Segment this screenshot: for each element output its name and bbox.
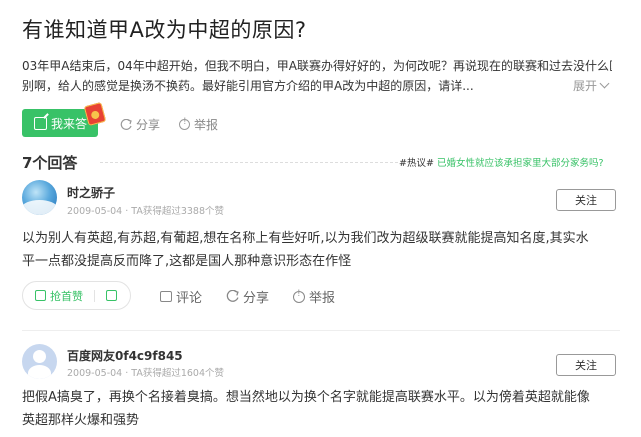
follow-button[interactable]: 关注 [556,189,616,211]
vote-box: 抢首赞 [22,281,131,310]
alert-icon [293,289,305,303]
upvote-label: 抢首赞 [50,289,83,303]
expand-label: 展开 [573,79,598,93]
hot-topic-link[interactable]: #热议# 已婚女性就应该承担家里大部分家务吗? [399,155,604,169]
answer-count: 7个回答 [22,154,78,172]
question-title: 有谁知道甲A改为中超的原因? [22,18,307,42]
alert-icon [179,117,190,130]
question-description: 03年甲A结束后，04年中超开始，但我不明白，甲A联赛办得好好的，为何改呢？再说… [22,56,612,96]
expand-button[interactable]: 展开 [573,77,610,94]
thumb-up-icon [35,290,46,301]
answer-text-line: 以为别人有英超,有苏超,有葡超,想在名称上有些好听,以为我们改为超级联赛就能提高… [22,231,589,246]
avatar[interactable] [22,180,57,215]
upvote-button[interactable]: 抢首赞 [35,288,83,304]
answer-meta: 2009-05-04 · TA获得超过1604个赞 [67,368,225,379]
answer-divider [22,330,620,331]
question-description-line: 03年甲A结束后，04年中超开始，但我不明白，甲A联赛办得好好的，为何改呢？再说… [22,59,612,73]
share-icon [226,290,239,302]
answer-text-line: 平一点都没提高反而降了,这都是国人那种意识形态在作怪 [22,254,352,269]
answer-text-line: 英超那样火爆和强势 [22,413,140,428]
answer-report-button[interactable]: 举报 [293,287,335,306]
chevron-down-icon [599,78,610,89]
follow-button[interactable]: 关注 [556,354,616,376]
answer-text: 把假A搞臭了，再换个名接着臭搞。想当然地以为换个名字就能提高联赛水平。以为傍着英… [22,386,620,432]
answer-share-button[interactable]: 分享 [226,287,269,306]
question-share-button[interactable]: 分享 [120,116,160,133]
report-label: 举报 [309,291,336,306]
hot-topic-tag: #热议# [399,158,434,169]
comment-button[interactable]: 评论 [160,287,202,306]
answer-meta: 2009-05-04 · TA获得超过3388个赞 [67,206,225,217]
thumb-down-icon[interactable] [106,290,117,301]
avatar[interactable] [22,344,57,379]
hot-topic-text[interactable]: 已婚女性就应该承担家里大部分家务吗? [437,158,604,169]
share-label: 分享 [243,291,270,306]
red-packet-icon [83,102,107,126]
question-description-line: 别啊，给人的感觉是换汤不换药。最好能引用官方介绍的甲A改为中超的原因，请详... [22,79,474,93]
report-label: 举报 [194,118,219,132]
comment-label: 评论 [176,291,203,306]
answer-text-line: 把假A搞臭了，再换个名接着臭搞。想当然地以为换个名字就能提高联赛水平。以为傍着英… [22,390,590,405]
answer-username[interactable]: 时之骄子 [67,184,115,201]
comment-icon [160,291,172,302]
question-report-button[interactable]: 举报 [179,116,218,133]
share-icon [120,118,132,130]
answer-text: 以为别人有英超,有苏超,有葡超,想在名称上有些好听,以为我们改为超级联赛就能提高… [22,227,620,273]
divider [100,162,398,163]
edit-icon [34,116,47,130]
answer-username[interactable]: 百度网友0f4c9f845 [67,347,183,364]
answer-button-label: 我来答 [51,116,88,131]
share-label: 分享 [136,118,161,132]
vote-separator [94,289,95,302]
